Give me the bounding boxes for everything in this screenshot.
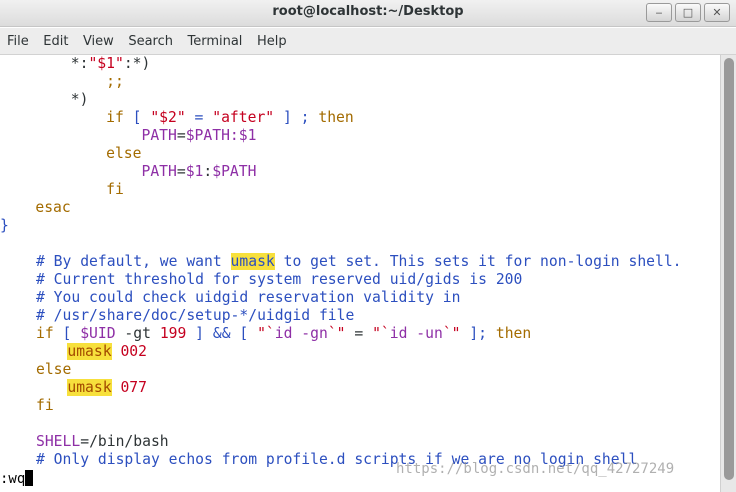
code-line: umask 077 xyxy=(67,379,147,396)
scrollbar-thumb[interactable] xyxy=(724,58,734,480)
code-line: umask 002 xyxy=(67,343,147,360)
watermark-text: https://blog.csdn.net/qq_42727249 xyxy=(396,461,675,477)
vertical-scrollbar[interactable] xyxy=(720,55,736,492)
command-text: :wq xyxy=(0,471,26,487)
code-line: SHELL=/bin/bash xyxy=(36,433,169,450)
minimize-icon[interactable]: ‒ xyxy=(646,3,672,22)
code-line: if [ "$2" = "after" ] ; then xyxy=(106,109,354,126)
code-line: ;; xyxy=(106,73,124,90)
menu-file[interactable]: File xyxy=(7,34,29,49)
code-line: PATH=$PATH:$1 xyxy=(141,127,257,144)
comment-line: # Current threshold for system reserved … xyxy=(36,271,523,288)
menu-help[interactable]: Help xyxy=(257,34,287,49)
window-title: root@localhost:~/Desktop xyxy=(272,4,464,19)
code-line: else xyxy=(36,361,72,378)
maximize-icon[interactable]: □ xyxy=(675,3,701,22)
menu-view[interactable]: View xyxy=(83,34,114,49)
code-line: fi xyxy=(106,181,124,198)
code-line: PATH=$1:$PATH xyxy=(141,163,257,180)
code-line: else xyxy=(106,145,142,162)
code-line: esac xyxy=(35,199,71,216)
terminal-area[interactable]: *:"$1":*) ;; *) if [ "$2" = "after" ] ; … xyxy=(0,55,720,492)
menu-terminal[interactable]: Terminal xyxy=(187,34,242,49)
cursor xyxy=(25,470,34,486)
code-line: *) xyxy=(70,91,89,108)
close-icon[interactable]: ✕ xyxy=(704,3,730,22)
comment-line: # By default, we want umask to get set. … xyxy=(36,253,682,270)
menu-bar: File Edit View Search Terminal Help xyxy=(0,28,736,55)
menu-edit[interactable]: Edit xyxy=(43,34,68,49)
code-line: if [ $UID -gt 199 ] && [ "`id -gn`" = "`… xyxy=(36,325,532,342)
title-bar: root@localhost:~/Desktop ‒ □ ✕ xyxy=(0,0,736,27)
code-line: *:"$1":*) xyxy=(70,55,151,72)
comment-line: # /usr/share/doc/setup-*/uidgid file xyxy=(36,307,355,324)
vim-command-line[interactable]: :wq xyxy=(0,470,34,488)
comment-line: # You could check uidgid reservation val… xyxy=(36,289,461,306)
menu-search[interactable]: Search xyxy=(128,34,173,49)
code-line: } xyxy=(0,217,9,234)
code-line: fi xyxy=(36,397,54,414)
